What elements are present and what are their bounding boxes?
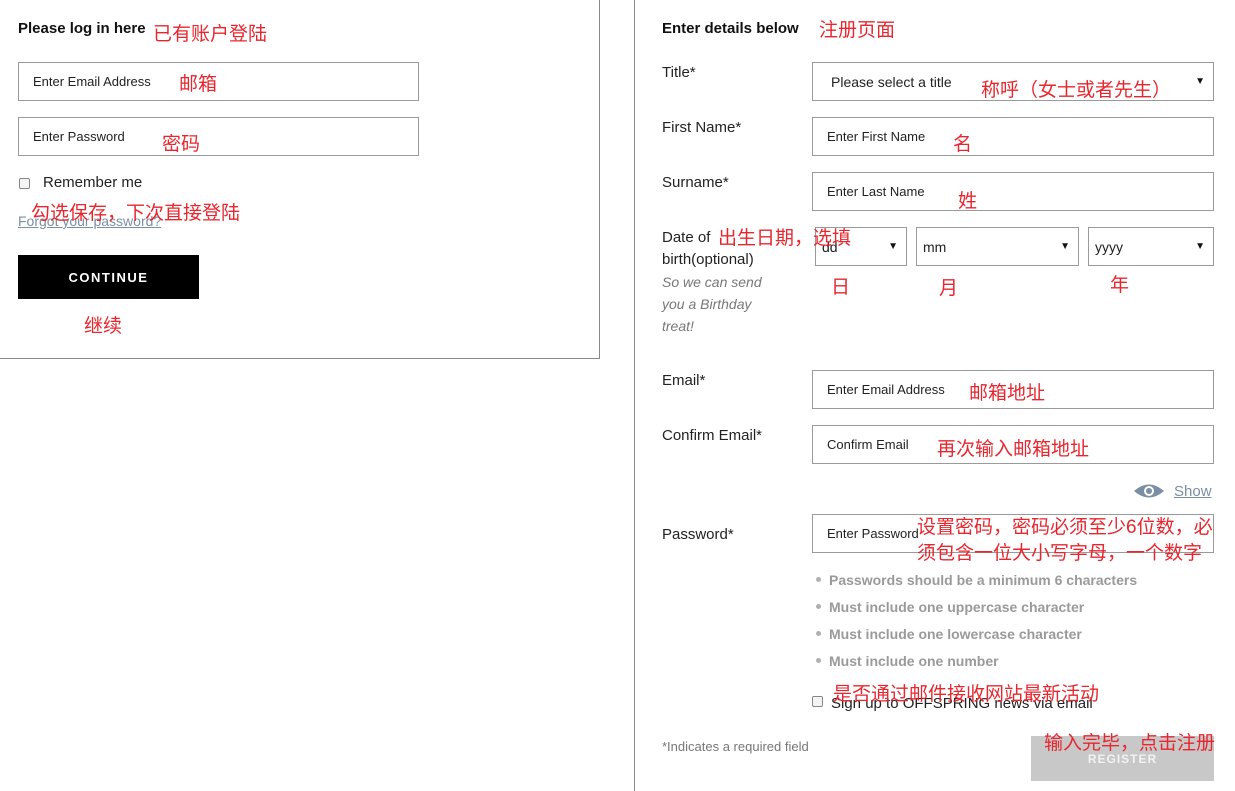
annotation-email: 邮箱地址 (969, 383, 1046, 404)
annotation-login-heading: 已有账户登陆 (153, 24, 268, 45)
surname-label: Surname* (662, 174, 729, 191)
title-label: Title* (662, 64, 696, 81)
first-name-placeholder: Enter First Name (827, 129, 926, 144)
surname-placeholder: Enter Last Name (827, 184, 925, 199)
confirm-email-placeholder: Confirm Email (827, 437, 909, 452)
password-rule: Must include one number (816, 647, 1137, 674)
continue-button[interactable]: CONTINUE (18, 255, 199, 299)
bullet-icon (816, 604, 821, 609)
dob-month-value: mm (923, 238, 947, 255)
password-rules-list: Passwords should be a minimum 6 characte… (816, 566, 1137, 674)
dob-note: So we can send you a Birthday treat! (662, 271, 762, 337)
eye-icon[interactable] (1133, 482, 1165, 500)
chevron-down-icon: ▼ (888, 241, 898, 252)
dob-note-line: you a Birthday (662, 296, 752, 312)
register-divider (634, 0, 635, 791)
annotation-day: 日 (831, 277, 851, 298)
remember-me-label: Remember me (43, 174, 143, 191)
password-rule-text: Must include one uppercase character (829, 598, 1085, 615)
annotation-login-email: 邮箱 (179, 74, 218, 95)
chevron-down-icon: ▼ (1060, 241, 1070, 252)
dob-label-line2: birth(optional) (662, 251, 754, 268)
annotation-login-password: 密码 (162, 134, 201, 155)
login-email-placeholder: Enter Email Address (33, 74, 151, 89)
annotation-dob: 出生日期，选填 (718, 228, 852, 249)
bullet-icon (816, 577, 821, 582)
title-select-value: Please select a title (831, 73, 952, 90)
login-email-input[interactable]: Enter Email Address (18, 62, 419, 101)
password-label: Password* (662, 526, 734, 543)
annotation-month: 月 (939, 278, 959, 299)
password-rule-text: Must include one number (829, 652, 999, 669)
annotation-remember: 勾选保存，下次直接登陆 (31, 203, 241, 224)
login-heading: Please log in here (18, 20, 146, 37)
annotation-year: 年 (1110, 275, 1130, 296)
password-rule: Passwords should be a minimum 6 characte… (816, 566, 1137, 593)
remember-me-checkbox[interactable] (19, 178, 30, 189)
bullet-icon (816, 631, 821, 636)
bullet-icon (816, 658, 821, 663)
annotation-continue: 继续 (84, 316, 123, 337)
confirm-email-label: Confirm Email* (662, 427, 763, 444)
annotation-register: 输入完毕，点击注册 (1044, 733, 1216, 754)
required-note: *Indicates a required field (662, 739, 809, 754)
annotation-title: 称呼（女士或者先生） (981, 80, 1172, 101)
chevron-down-icon: ▼ (1195, 241, 1205, 252)
annotation-newsletter: 是否通过邮件接收网站最新活动 (833, 684, 1100, 705)
annotation-password-line1: 设置密码，密码必须至少6位数，必 (917, 517, 1213, 538)
annotation-confirm-email: 再次输入邮箱地址 (937, 439, 1090, 460)
show-password-link[interactable]: Show (1174, 483, 1212, 500)
dob-note-line: So we can send (662, 274, 762, 290)
password-rule-text: Must include one lowercase character (829, 625, 1082, 642)
dob-note-line: treat! (662, 318, 694, 334)
dob-year-value: yyyy (1095, 238, 1123, 255)
chevron-down-icon: ▼ (1195, 76, 1205, 87)
password-rule-text: Passwords should be a minimum 6 characte… (829, 571, 1138, 588)
dob-year-select[interactable]: yyyy ▼ (1088, 227, 1214, 266)
annotation-password-line2: 须包含一位大小写字母，一个数字 (917, 543, 1203, 564)
first-name-input[interactable]: Enter First Name (812, 117, 1214, 156)
first-name-label: First Name* (662, 119, 742, 136)
annotation-register-heading: 注册页面 (819, 20, 896, 41)
annotation-first-name: 名 (953, 134, 973, 155)
surname-input[interactable]: Enter Last Name (812, 172, 1214, 211)
register-heading: Enter details below (662, 20, 799, 37)
annotation-surname: 姓 (958, 191, 978, 212)
login-password-input[interactable]: Enter Password (18, 117, 419, 156)
dob-month-select[interactable]: mm ▼ (916, 227, 1079, 266)
password-rule: Must include one uppercase character (816, 593, 1137, 620)
dob-label-line1: Date of (662, 229, 711, 246)
login-password-placeholder: Enter Password (33, 129, 125, 144)
password-rule: Must include one lowercase character (816, 620, 1137, 647)
email-label: Email* (662, 372, 706, 389)
newsletter-checkbox[interactable] (812, 696, 823, 707)
register-email-placeholder: Enter Email Address (827, 382, 945, 397)
register-password-placeholder: Enter Password (827, 526, 919, 541)
